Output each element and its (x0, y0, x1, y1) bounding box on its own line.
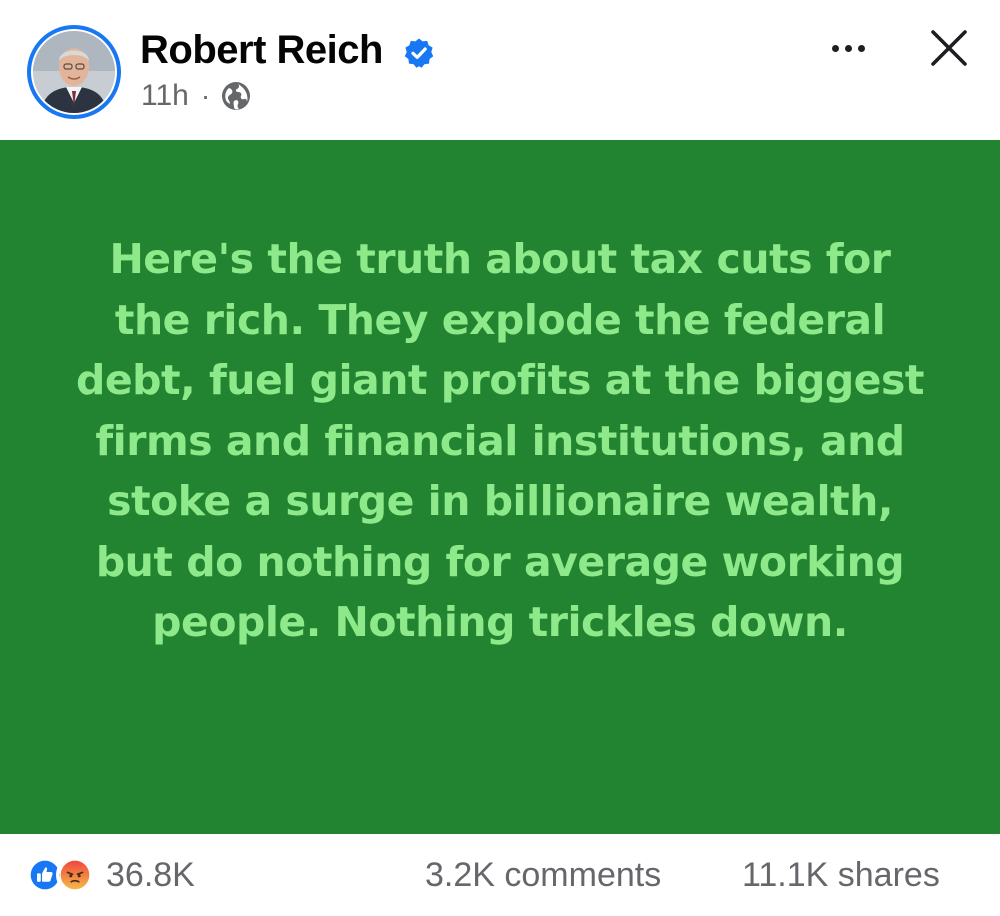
profile-photo (33, 31, 115, 113)
post-content[interactable]: Here's the truth about tax cuts for the … (0, 140, 1000, 834)
post-meta: 11h · (141, 78, 252, 114)
post-header: Robert Reich 11h · (0, 0, 1000, 140)
facebook-post-view: Robert Reich 11h · Here's the truth abou… (0, 0, 1000, 916)
close-icon (931, 30, 967, 66)
post-timestamp[interactable]: 11h (141, 78, 189, 114)
comments-count-link[interactable]: 3.2K comments (425, 856, 661, 894)
post-text: Here's the truth about tax cuts for the … (76, 235, 924, 647)
globe-icon[interactable] (220, 80, 252, 112)
avatar[interactable] (27, 25, 121, 119)
author-name[interactable]: Robert Reich (140, 26, 383, 74)
meta-separator: · (200, 80, 211, 111)
close-button[interactable] (925, 24, 973, 72)
angry-icon (56, 856, 94, 894)
shares-count-link[interactable]: 11.1K shares (742, 856, 940, 894)
verified-badge-icon (404, 38, 434, 68)
more-options-button[interactable] (820, 28, 876, 68)
post-stats-bar: 36.8K 3.2K comments 11.1K shares (0, 834, 1000, 916)
reactions-count: 36.8K (106, 856, 195, 894)
reactions-summary[interactable]: 36.8K (26, 856, 195, 894)
more-options-icon (831, 44, 839, 52)
